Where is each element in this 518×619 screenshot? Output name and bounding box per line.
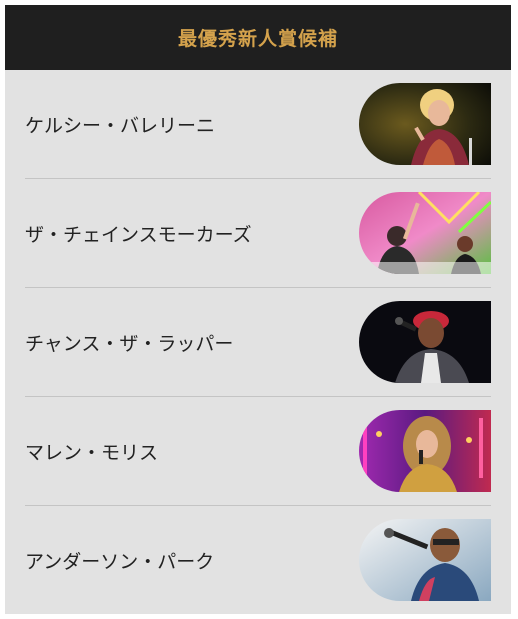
panel-header: 最優秀新人賞候補: [5, 5, 511, 70]
nominee-item[interactable]: ケルシー・バレリーニ: [25, 70, 491, 179]
dj-photo-icon: [359, 192, 491, 274]
nominee-list: ケルシー・バレリーニ ザ・チェインスモーカーズ チャンス・ザ・ラッパー マレン・…: [5, 70, 511, 614]
nominee-item[interactable]: アンダーソン・パーク: [25, 506, 491, 614]
nominee-name: チャンス・ザ・ラッパー: [25, 332, 234, 355]
singer-photo-icon: [359, 83, 491, 165]
singer-photo-icon: [359, 410, 491, 492]
nominee-name: マレン・モリス: [25, 441, 159, 464]
nominee-photo[interactable]: [359, 83, 491, 165]
nominee-photo[interactable]: [359, 410, 491, 492]
nominee-item[interactable]: チャンス・ザ・ラッパー: [25, 288, 491, 397]
nominee-item[interactable]: マレン・モリス: [25, 397, 491, 506]
nominee-name: アンダーソン・パーク: [25, 550, 215, 573]
panel-title: 最優秀新人賞候補: [177, 28, 338, 50]
nominee-name: ケルシー・バレリーニ: [25, 114, 216, 137]
nominee-name: ザ・チェインスモーカーズ: [25, 223, 252, 246]
nominee-photo[interactable]: [359, 301, 491, 383]
nominee-photo[interactable]: [359, 519, 491, 601]
best-new-artist-panel: 最優秀新人賞候補 ケルシー・バレリーニ ザ・チェインスモーカーズ チャンス・ザ・…: [5, 5, 511, 614]
nominee-photo[interactable]: [359, 192, 491, 274]
rapper-photo-icon: [359, 301, 491, 383]
nominee-item[interactable]: ザ・チェインスモーカーズ: [25, 179, 491, 288]
singer-photo-icon: [359, 519, 491, 601]
